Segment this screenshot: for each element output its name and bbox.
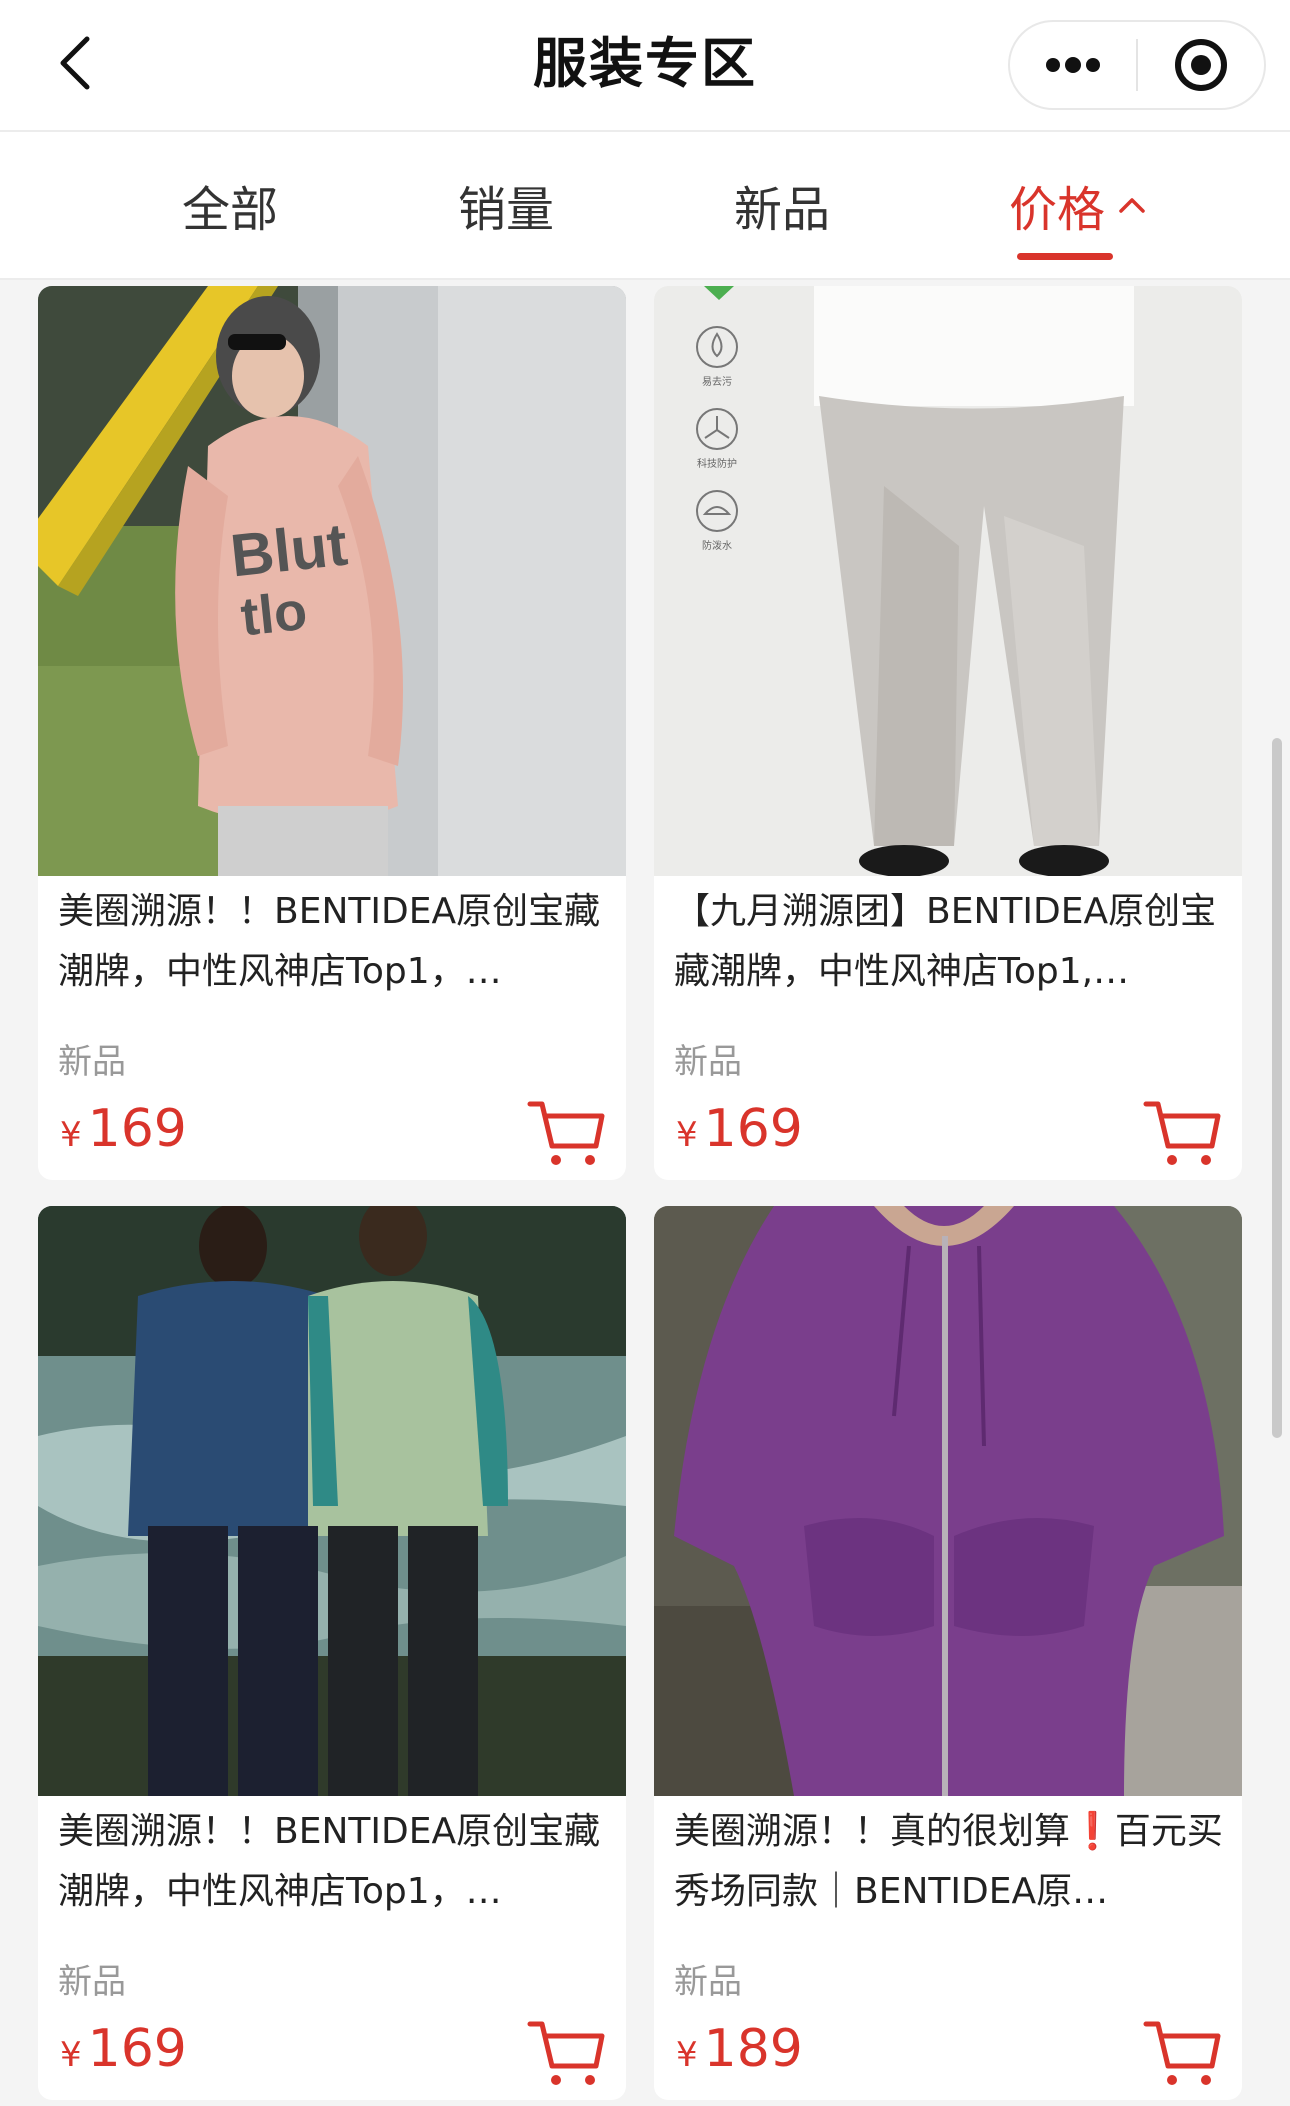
- currency-symbol: ¥: [60, 2035, 82, 2075]
- more-button[interactable]: [1010, 22, 1136, 108]
- product-card[interactable]: Blut tlo 美圈溯源！！BENTIDEA原创宝藏潮牌，中性风神店Top1，…: [38, 286, 626, 1180]
- cart-icon: [527, 1101, 605, 1165]
- product-price: ¥169: [676, 1094, 803, 1170]
- couple-longsleeve-photo[interactable]: [38, 1206, 626, 1796]
- tab-label: 销量: [457, 182, 554, 238]
- active-tab-indicator: [1017, 253, 1113, 260]
- product-price: ¥189: [676, 2014, 803, 2090]
- sort-tabs: 全部 销量 新品 价格: [0, 130, 1290, 280]
- new-tag: 新品: [58, 1042, 126, 1082]
- stain-resistant-badge: 易去污: [682, 324, 752, 388]
- product-title: 美圈溯源！！BENTIDEA原创宝藏潮牌，中性风神店Top1，…: [58, 1811, 601, 1912]
- currency-symbol: ¥: [676, 1115, 698, 1155]
- shield-icon: [696, 408, 738, 450]
- more-dots-icon: [1046, 57, 1100, 73]
- nav-bar: 服装专区: [0, 0, 1290, 130]
- tab-label: 价格: [1008, 182, 1105, 238]
- add-to-cart-button[interactable]: [1142, 1096, 1222, 1170]
- tab-label: 全部: [181, 182, 278, 238]
- add-to-cart-button[interactable]: [526, 2016, 606, 2090]
- add-to-cart-button[interactable]: [1142, 2016, 1222, 2090]
- product-title: 美圈溯源！！BENTIDEA原创宝藏潮牌，中性风神店Top1，…: [58, 891, 601, 992]
- cart-icon: [527, 2021, 605, 2085]
- product-price: ¥169: [60, 2014, 187, 2090]
- water-drop-icon: [696, 326, 738, 368]
- price-value: 169: [87, 2019, 187, 2079]
- product-image: [38, 1206, 626, 1796]
- svg-text:Blut: Blut: [227, 511, 350, 590]
- cart-icon: [1143, 1101, 1221, 1165]
- add-to-cart-button[interactable]: [526, 1096, 606, 1170]
- close-button[interactable]: [1138, 22, 1264, 108]
- price-value: 189: [703, 2019, 803, 2079]
- tab-new[interactable]: 新品: [682, 132, 882, 278]
- product-card[interactable]: 易去污 科技防护 防泼水 【九月溯源团】BENTIDEA原创宝藏潮牌，中性风神店…: [654, 286, 1242, 1180]
- cart-icon: [1143, 2021, 1221, 2085]
- svg-text:tlo: tlo: [238, 581, 310, 648]
- new-tag: 新品: [674, 1962, 742, 2002]
- product-image: [654, 1206, 1242, 1796]
- product-price: ¥169: [60, 1094, 187, 1170]
- product-image: Blut tlo: [38, 286, 626, 876]
- currency-symbol: ¥: [60, 1115, 82, 1155]
- vertical-scrollbar[interactable]: [1272, 738, 1282, 1438]
- product-card[interactable]: 美圈溯源！！真的很划算❗百元买秀场同款｜BENTIDEA原… 新品 ¥189: [654, 1206, 1242, 2100]
- umbrella-icon: [696, 490, 738, 532]
- tab-label: 新品: [733, 182, 830, 238]
- chevron-up-icon: [1119, 198, 1145, 213]
- price-value: 169: [703, 1099, 803, 1159]
- tab-price[interactable]: 价格: [984, 132, 1174, 278]
- target-circle-icon: [1174, 39, 1227, 91]
- price-value: 169: [87, 1099, 187, 1159]
- mini-program-capsule: [1008, 20, 1266, 110]
- tab-all[interactable]: 全部: [130, 132, 330, 278]
- new-tag: 新品: [58, 1962, 126, 2002]
- product-grid: Blut tlo 美圈溯源！！BENTIDEA原创宝藏潮牌，中性风神店Top1，…: [0, 280, 1290, 2106]
- purple-zip-hoodie-photo[interactable]: [654, 1206, 1242, 1796]
- currency-symbol: ¥: [676, 2035, 698, 2075]
- tab-sales[interactable]: 销量: [406, 132, 606, 278]
- product-title: 【九月溯源团】BENTIDEA原创宝藏潮牌，中性风神店Top1,…: [674, 891, 1217, 992]
- feature-badges: 易去污 科技防护 防泼水: [682, 324, 752, 552]
- grey-pants-photo[interactable]: 易去污 科技防护 防泼水: [654, 286, 1242, 876]
- new-tag: 新品: [674, 1042, 742, 1082]
- product-card[interactable]: 美圈溯源！！BENTIDEA原创宝藏潮牌，中性风神店Top1，… 新品 ¥169: [38, 1206, 626, 2100]
- water-repellent-badge: 防泼水: [682, 488, 752, 552]
- product-title: 美圈溯源！！真的很划算❗百元买秀场同款｜BENTIDEA原…: [674, 1811, 1223, 1912]
- tech-protection-badge: 科技防护: [682, 406, 752, 470]
- pink-hoodie-photo[interactable]: Blut tlo: [38, 286, 626, 876]
